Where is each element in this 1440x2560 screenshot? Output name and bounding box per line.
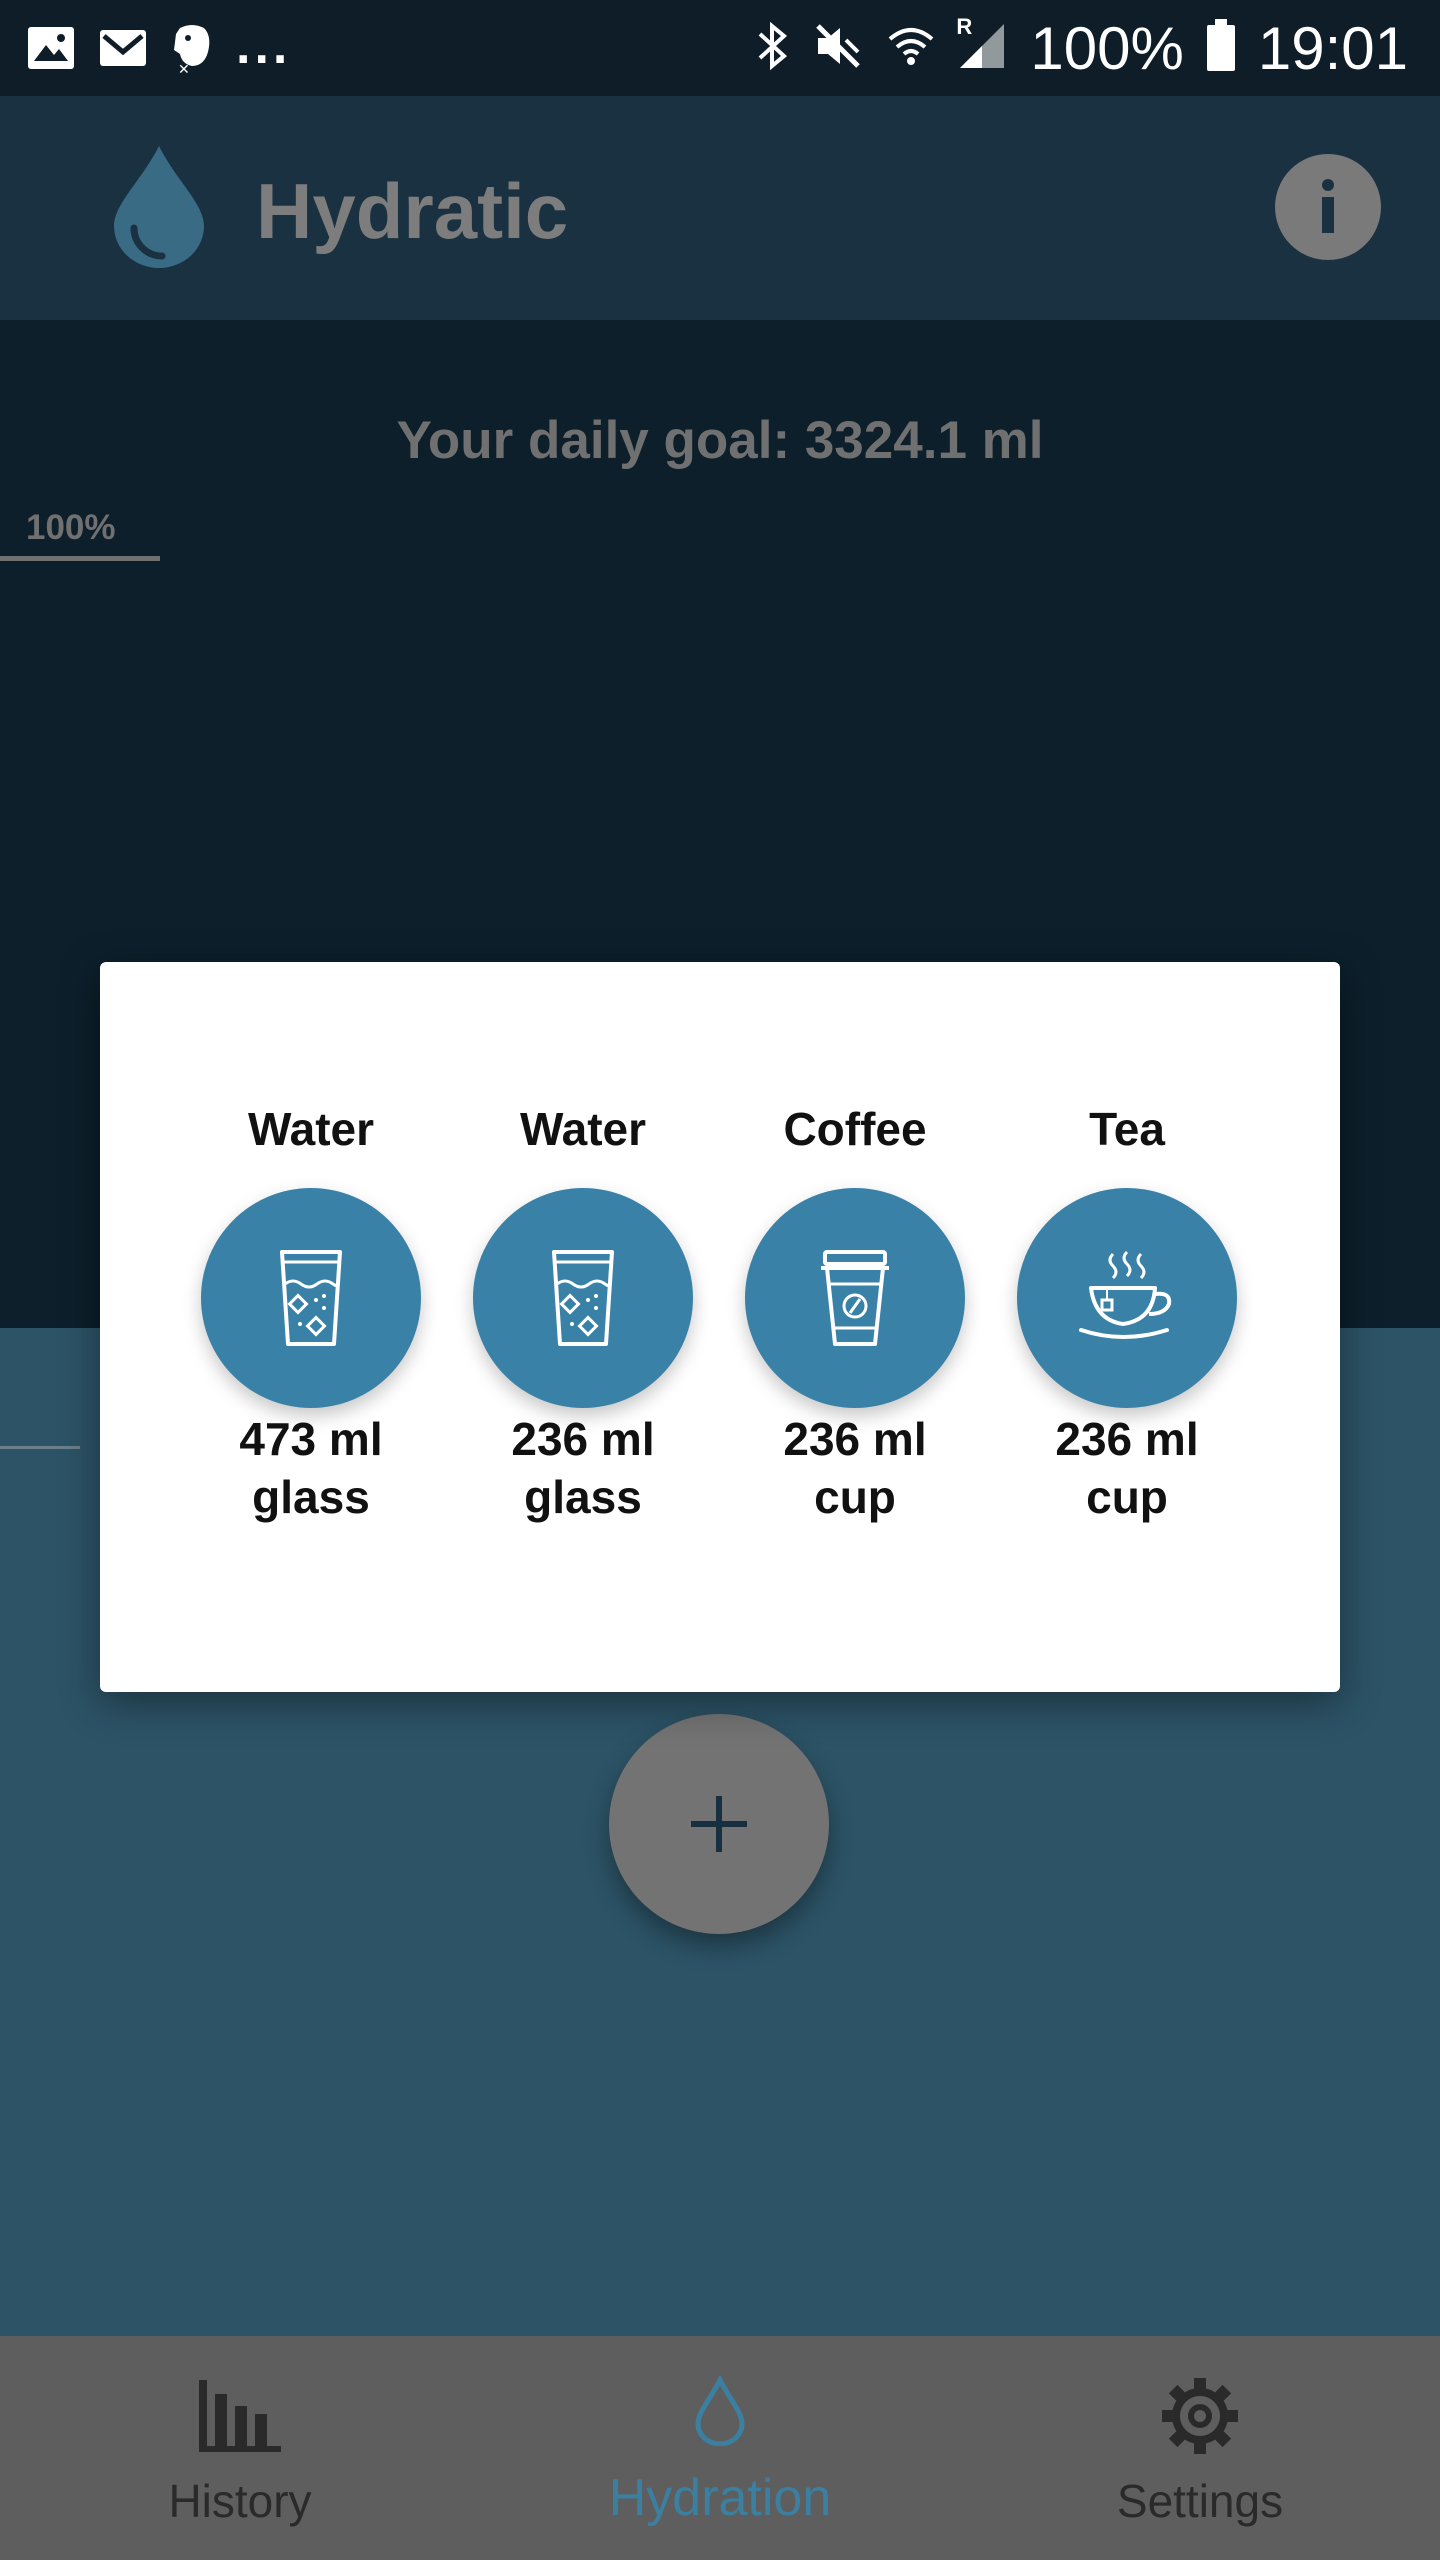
- add-drink-button[interactable]: [609, 1714, 829, 1934]
- clock: 19:01: [1257, 15, 1408, 82]
- signal-icon: R: [956, 14, 1008, 77]
- drink-option-name: Coffee: [783, 1103, 927, 1155]
- notification-icons: ✕ ...: [26, 17, 291, 79]
- more-notifications: ...: [236, 16, 292, 75]
- nav-history-label: History: [168, 2475, 312, 2527]
- image-icon: [26, 25, 76, 76]
- drink-option-size: 236 ml: [783, 1413, 927, 1465]
- coffee-cup-icon: [821, 1250, 889, 1346]
- drink-option-button[interactable]: [745, 1188, 965, 1408]
- drink-option-container: glass: [252, 1471, 370, 1523]
- plus-icon: [691, 1796, 747, 1852]
- drink-option-name: Tea: [1089, 1103, 1165, 1155]
- drink-option-container: glass: [524, 1471, 642, 1523]
- progress-level-line: [0, 1446, 80, 1449]
- drink-option-size: 236 ml: [1055, 1413, 1199, 1465]
- glass-water-icon: [552, 1250, 614, 1346]
- glass-water-icon: [280, 1250, 342, 1346]
- drop-logo-icon: [112, 144, 206, 275]
- nav-settings-label: Settings: [1116, 2475, 1284, 2527]
- drink-option[interactable]: Coffee 236 ml cup: [719, 962, 991, 1692]
- drink-option-button[interactable]: [473, 1188, 693, 1408]
- bluetooth-icon: [756, 20, 790, 77]
- bottom-navigation: History Hydration Settings: [0, 2336, 1440, 2560]
- drink-option-size: 473 ml: [239, 1413, 383, 1465]
- nav-hydration-label: Hydration: [608, 2469, 832, 2527]
- wifi-icon: [886, 21, 936, 76]
- svg-text:✕: ✕: [178, 62, 190, 74]
- tea-cup-icon: [1079, 1250, 1172, 1339]
- drink-option[interactable]: Water 236 ml glass: [447, 962, 719, 1692]
- info-button[interactable]: [1275, 154, 1381, 260]
- daily-goal-text: Your daily goal: 3324.1 ml: [396, 411, 1044, 470]
- battery-icon: [1206, 19, 1236, 78]
- system-icons: R 100% 19:01: [756, 14, 1408, 83]
- nav-hydration[interactable]: Hydration: [480, 2336, 960, 2560]
- nav-history[interactable]: History: [0, 2336, 480, 2560]
- nav-settings[interactable]: Settings: [960, 2336, 1440, 2560]
- drink-option-button[interactable]: [1017, 1188, 1237, 1408]
- roaming-indicator: R: [956, 14, 973, 39]
- info-icon: [1322, 179, 1334, 233]
- evernote-icon: ✕: [170, 22, 214, 79]
- drink-option[interactable]: Water 473 ml glass: [175, 962, 447, 1692]
- drink-option-container: cup: [814, 1471, 896, 1523]
- drink-option-button[interactable]: [201, 1188, 421, 1408]
- percent-marker-label: 100%: [26, 508, 116, 547]
- drink-option[interactable]: Tea 236 ml cup: [991, 962, 1263, 1692]
- drink-option-container: cup: [1086, 1471, 1168, 1523]
- percent-marker-line: [0, 556, 160, 561]
- drop-icon: [695, 2376, 745, 2446]
- drink-option-size: 236 ml: [511, 1413, 655, 1465]
- bar-chart-icon: [199, 2380, 281, 2452]
- gear-icon: [1162, 2378, 1238, 2454]
- drink-select-dialog: Water 473 ml glass Water 236 ml glass Co…: [100, 962, 1340, 1692]
- app-bar: Hydratic: [0, 96, 1440, 320]
- drink-option-name: Water: [247, 1103, 375, 1155]
- app-title: Hydratic: [256, 167, 569, 255]
- drink-option-name: Water: [519, 1103, 647, 1155]
- status-bar: ✕ ... R 100% 19:01: [0, 0, 1440, 96]
- gmail-icon: [98, 28, 148, 73]
- mute-icon: [812, 20, 864, 77]
- battery-percent: 100%: [1030, 15, 1184, 82]
